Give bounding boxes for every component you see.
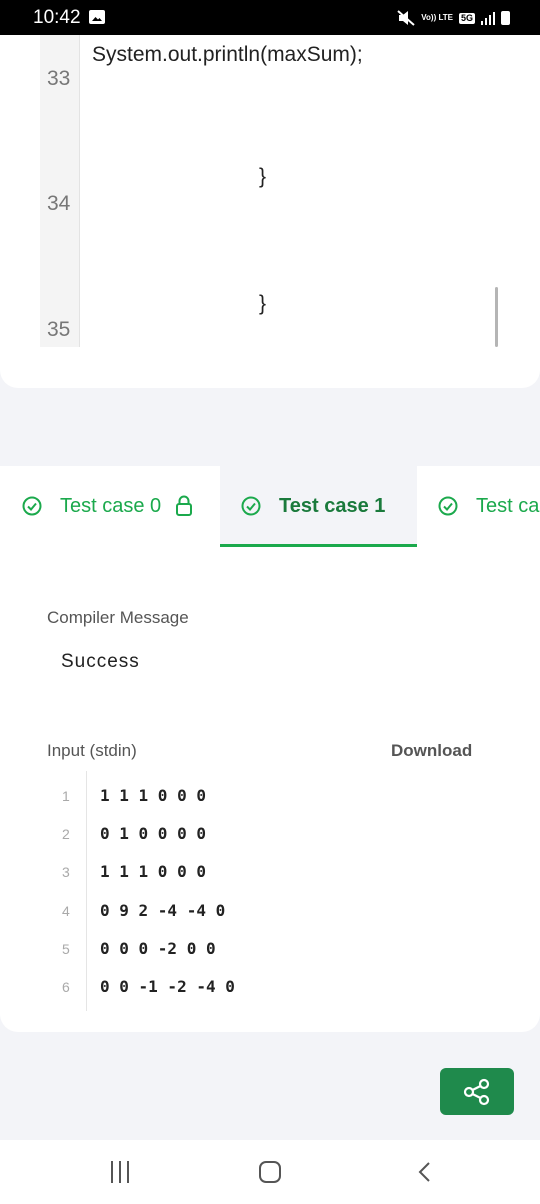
share-icon <box>463 1078 490 1105</box>
input-line-text: 0 9 2 -4 -4 0 <box>100 901 226 920</box>
tab-label: Test case 0 <box>60 494 162 517</box>
input-line-number: 4 <box>62 903 70 919</box>
input-line: 2 0 1 0 0 0 0 <box>0 824 540 856</box>
editor-scrollbar[interactable] <box>495 287 498 347</box>
compiler-message-label: Compiler Message <box>47 608 189 627</box>
input-line: 4 0 9 2 -4 -4 0 <box>0 901 540 933</box>
line-number-35: 35 <box>47 318 71 341</box>
lte-indicator: Vo)) LTE <box>421 13 453 22</box>
input-line: 6 0 0 -1 -2 -4 0 <box>0 977 540 1009</box>
signal-icon <box>481 11 495 25</box>
check-circle-icon <box>22 496 42 516</box>
mute-icon <box>397 10 415 26</box>
battery-icon <box>501 11 510 25</box>
input-line-number: 2 <box>62 826 70 842</box>
input-line-text: 1 1 1 0 0 0 <box>100 862 206 881</box>
tab-test-case-1[interactable]: Test case 1 <box>241 466 385 546</box>
tab-test-case-2[interactable]: Test ca <box>438 466 539 546</box>
status-bar: 10:42 Vo)) LTE 5G <box>0 0 540 35</box>
tab-label: Test case 1 <box>279 494 386 517</box>
code-editor[interactable]: System.out.println(maxSum); 33 } 34 } 35 <box>0 35 540 388</box>
status-icons: Vo)) LTE 5G <box>397 8 510 28</box>
tab-label: Test ca <box>476 494 540 517</box>
gallery-notification-icon <box>89 10 105 24</box>
back-icon[interactable] <box>416 1161 432 1183</box>
download-link[interactable]: Download <box>391 741 472 761</box>
home-icon[interactable] <box>259 1161 281 1183</box>
input-label: Input (stdin) <box>47 741 137 760</box>
recent-apps-icon[interactable] <box>111 1161 131 1183</box>
input-line-number: 1 <box>62 788 70 804</box>
input-line-number: 6 <box>62 979 70 995</box>
line-number-34: 34 <box>47 192 71 215</box>
tab-test-case-0[interactable]: Test case 0 <box>22 466 193 546</box>
input-line-text: 1 1 1 0 0 0 <box>100 786 206 805</box>
input-line-text: 0 0 -1 -2 -4 0 <box>100 977 235 996</box>
share-button[interactable] <box>440 1068 514 1115</box>
check-circle-icon <box>438 496 458 516</box>
input-line-text: 0 0 0 -2 0 0 <box>100 939 216 958</box>
input-line-text: 0 1 0 0 0 0 <box>100 824 206 843</box>
input-line: 1 1 1 1 0 0 0 <box>0 786 540 818</box>
compiler-message-value: Success <box>61 651 140 672</box>
system-navigation-bar <box>0 1140 540 1204</box>
input-line-number: 3 <box>62 864 70 880</box>
code-line-34[interactable]: } <box>259 165 266 189</box>
input-line-number: 5 <box>62 941 70 957</box>
test-result-panel: Compiler Message Success Input (stdin) D… <box>0 548 540 1032</box>
code-line-33[interactable]: System.out.println(maxSum); <box>92 43 363 67</box>
status-time: 10:42 <box>33 7 81 28</box>
line-number-33: 33 <box>47 67 71 90</box>
check-circle-icon <box>241 496 261 516</box>
test-case-tabs: Test case 0 Test case 1 Test ca <box>0 466 540 548</box>
input-line: 5 0 0 0 -2 0 0 <box>0 939 540 971</box>
input-line: 3 1 1 1 0 0 0 <box>0 862 540 894</box>
lock-icon <box>176 495 193 516</box>
code-line-35[interactable]: } <box>259 292 266 316</box>
network-type-badge: 5G <box>458 12 475 24</box>
